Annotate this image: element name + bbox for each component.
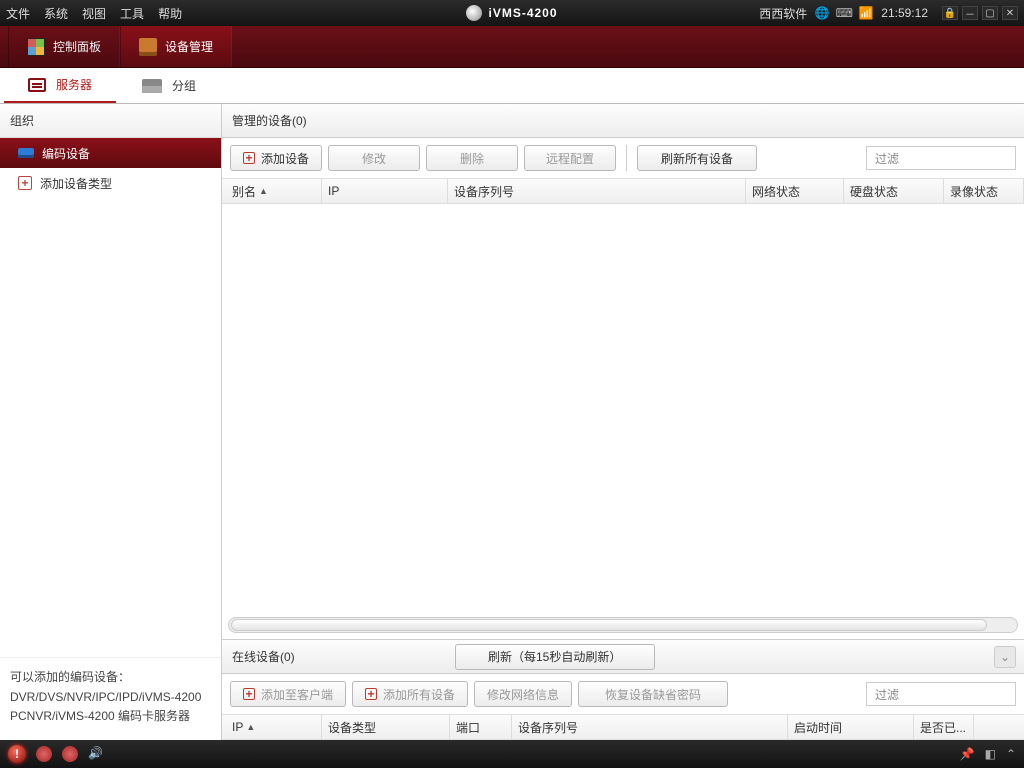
subtab-group[interactable]: 分组: [118, 68, 220, 103]
content-area: 管理的设备(0) +添加设备 修改 删除 远程配置 刷新所有设备 过滤 别名▲ …: [222, 104, 1024, 740]
delete-button[interactable]: 删除: [426, 145, 518, 171]
clock: 21:59:12: [881, 6, 928, 20]
tree-item-label: 添加设备类型: [40, 175, 112, 192]
toolbar-separator: [626, 145, 627, 171]
sidebar-footer-title: 可以添加的编码设备：: [10, 668, 211, 687]
col-ip[interactable]: IP: [322, 179, 448, 203]
online-grid-header: IP▲ 设备类型 端口 设备序列号 启动时间 是否已...: [222, 714, 1024, 740]
col-online-serial[interactable]: 设备序列号: [512, 715, 788, 739]
sidebar-tree: 编码设备 + 添加设备类型: [0, 138, 221, 657]
tab-device-mgmt-label: 设备管理: [165, 38, 213, 55]
col-start-time[interactable]: 启动时间: [788, 715, 914, 739]
minimize-button[interactable]: －: [962, 6, 978, 20]
add-all-devices-button[interactable]: +添加所有设备: [352, 681, 468, 707]
managed-grid-header: 别名▲ IP 设备序列号 网络状态 硬盘状态 录像状态: [222, 178, 1024, 204]
menu-view[interactable]: 视图: [82, 5, 106, 22]
restore-password-button[interactable]: 恢复设备缺省密码: [578, 681, 728, 707]
col-device-type[interactable]: 设备类型: [322, 715, 450, 739]
module-tab-bar: 控制面板 设备管理: [0, 26, 1024, 68]
online-header-label: 在线设备(0): [232, 648, 295, 665]
online-filter-input[interactable]: 过滤: [866, 682, 1016, 706]
menu-bar: 文件 系统 视图 工具 帮助: [6, 5, 182, 22]
alarm-icon[interactable]: !: [8, 745, 26, 763]
col-alias[interactable]: 别名▲: [226, 179, 322, 203]
network-icon[interactable]: 📶: [859, 6, 873, 20]
encoding-device-icon: [18, 148, 34, 158]
col-record-status[interactable]: 录像状态: [944, 179, 1024, 203]
tab-control-panel-label: 控制面板: [53, 38, 101, 55]
sidebar-footer-line: PCNVR/iVMS-4200 编码卡服务器: [10, 707, 211, 726]
pin-icon[interactable]: 📌: [960, 747, 975, 761]
modify-netinfo-button[interactable]: 修改网络信息: [474, 681, 572, 707]
horizontal-scrollbar[interactable]: [228, 617, 1018, 633]
scrollbar-thumb[interactable]: [231, 619, 987, 631]
managed-grid-body: [222, 204, 1024, 639]
menu-system[interactable]: 系统: [44, 5, 68, 22]
plus-icon: +: [365, 688, 377, 700]
menu-file[interactable]: 文件: [6, 5, 30, 22]
maximize-button[interactable]: ▢: [982, 6, 998, 20]
folder-icon: [142, 79, 162, 93]
sidebar: 组织 编码设备 + 添加设备类型 可以添加的编码设备： DVR/DVS/NVR/…: [0, 104, 222, 740]
server-icon: [28, 78, 46, 92]
tab-device-management[interactable]: 设备管理: [120, 26, 232, 67]
edit-button[interactable]: 修改: [328, 145, 420, 171]
col-online-ip[interactable]: IP▲: [226, 715, 322, 739]
app-logo-icon: [466, 5, 482, 21]
sub-tab-bar: 服务器 分组: [0, 68, 1024, 104]
keyboard-icon[interactable]: ⌨: [837, 6, 851, 20]
sidebar-footer: 可以添加的编码设备： DVR/DVS/NVR/IPC/IPD/iVMS-4200…: [0, 657, 221, 740]
remote-config-button[interactable]: 远程配置: [524, 145, 616, 171]
online-header: 在线设备(0) 刷新（每15秒自动刷新） ⌄: [222, 640, 1024, 674]
subtab-server[interactable]: 服务器: [4, 68, 116, 103]
sidebar-header: 组织: [0, 104, 221, 138]
collapse-panel-button[interactable]: ⌄: [994, 646, 1016, 668]
tray-icon[interactable]: ◧: [985, 747, 996, 761]
device-mgmt-icon: [139, 38, 157, 56]
refresh-online-button[interactable]: 刷新（每15秒自动刷新）: [455, 644, 655, 670]
plus-icon: +: [243, 152, 255, 164]
online-panel: 在线设备(0) 刷新（每15秒自动刷新） ⌄ +添加至客户端 +添加所有设备 修…: [222, 639, 1024, 740]
tab-control-panel[interactable]: 控制面板: [8, 26, 120, 67]
col-hdd-status[interactable]: 硬盘状态: [844, 179, 944, 203]
tree-item-label: 编码设备: [42, 145, 90, 162]
col-port[interactable]: 端口: [450, 715, 512, 739]
expand-up-icon[interactable]: ⌃: [1006, 747, 1016, 761]
globe-icon[interactable]: 🌐: [815, 6, 829, 20]
subtab-server-label: 服务器: [56, 76, 92, 93]
status-bar: ! 🔊 📌 ◧ ⌃: [0, 740, 1024, 768]
title-bar: 文件 系统 视图 工具 帮助 iVMS-4200 西西软件 🌐 ⌨ 📶 21:5…: [0, 0, 1024, 26]
menu-help[interactable]: 帮助: [158, 5, 182, 22]
sort-asc-icon: ▲: [259, 186, 268, 196]
sidebar-footer-line: DVR/DVS/NVR/IPC/IPD/iVMS-4200: [10, 688, 211, 707]
subtab-group-label: 分组: [172, 77, 196, 94]
managed-toolbar: +添加设备 修改 删除 远程配置 刷新所有设备 过滤: [222, 138, 1024, 178]
plus-icon: +: [243, 688, 255, 700]
sort-asc-icon: ▲: [246, 722, 255, 732]
online-toolbar: +添加至客户端 +添加所有设备 修改网络信息 恢复设备缺省密码 过滤: [222, 674, 1024, 714]
menu-tools[interactable]: 工具: [120, 5, 144, 22]
status-icon-2[interactable]: [62, 746, 78, 762]
tree-item-add-device-type[interactable]: + 添加设备类型: [0, 168, 221, 198]
close-button[interactable]: ✕: [1002, 6, 1018, 20]
managed-header: 管理的设备(0): [222, 104, 1024, 138]
refresh-all-button[interactable]: 刷新所有设备: [637, 145, 757, 171]
app-title-text: iVMS-4200: [488, 6, 557, 20]
col-network-status[interactable]: 网络状态: [746, 179, 844, 203]
status-icon-3[interactable]: 🔊: [88, 746, 104, 762]
lock-button[interactable]: 🔒: [942, 6, 958, 20]
col-serial[interactable]: 设备序列号: [448, 179, 746, 203]
status-icon-1[interactable]: [36, 746, 52, 762]
add-device-button[interactable]: +添加设备: [230, 145, 322, 171]
managed-filter-input[interactable]: 过滤: [866, 146, 1016, 170]
control-panel-icon: [27, 38, 45, 56]
tree-item-encoding-device[interactable]: 编码设备: [0, 138, 221, 168]
add-to-client-button[interactable]: +添加至客户端: [230, 681, 346, 707]
vendor-label: 西西软件: [759, 5, 807, 22]
main-area: 组织 编码设备 + 添加设备类型 可以添加的编码设备： DVR/DVS/NVR/…: [0, 104, 1024, 740]
col-added[interactable]: 是否已...: [914, 715, 974, 739]
plus-icon: +: [18, 176, 32, 190]
